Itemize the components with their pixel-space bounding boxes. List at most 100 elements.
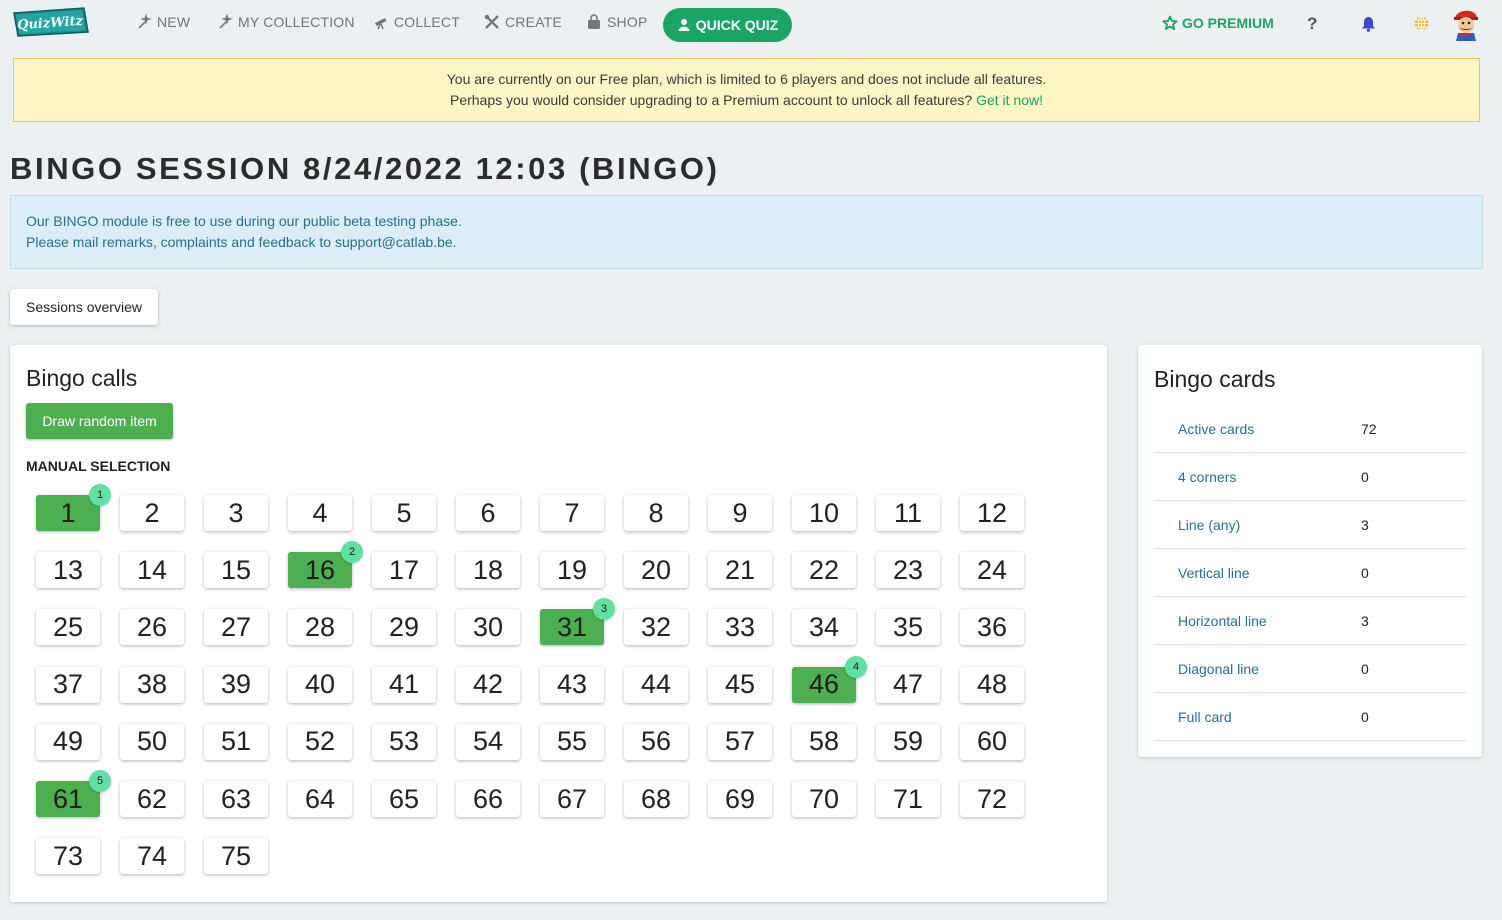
draw-random-item-button[interactable]: Draw random item — [26, 403, 173, 439]
bingo-number-37[interactable]: 37 — [36, 666, 100, 703]
bingo-number-73[interactable]: 73 — [36, 838, 100, 875]
bingo-number-12[interactable]: 12 — [960, 495, 1024, 531]
bingo-number-40[interactable]: 40 — [288, 666, 352, 703]
bingo-number-47[interactable]: 47 — [876, 666, 940, 703]
bingo-number-15[interactable]: 15 — [204, 552, 268, 589]
bingo-number-59[interactable]: 59 — [876, 723, 940, 760]
bingo-number-label: 5 — [396, 497, 412, 528]
bingo-number-17[interactable]: 17 — [372, 552, 436, 589]
stat-label[interactable]: Diagonal line — [1154, 661, 1361, 677]
bingo-number-74[interactable]: 74 — [120, 838, 184, 875]
go-premium-link[interactable]: GO PREMIUM — [1162, 15, 1274, 31]
nav-new[interactable]: NEW — [136, 14, 190, 30]
bingo-number-2[interactable]: 2 — [120, 495, 184, 531]
bingo-number-58[interactable]: 58 — [792, 723, 856, 760]
bingo-number-63[interactable]: 63 — [204, 781, 268, 817]
stat-label[interactable]: 4 corners — [1154, 469, 1361, 485]
bingo-number-41[interactable]: 41 — [372, 666, 436, 703]
bingo-number-36[interactable]: 36 — [960, 609, 1024, 646]
nav-collect[interactable]: COLLECT — [373, 14, 460, 30]
bingo-number-31[interactable]: 31 3 — [540, 598, 615, 646]
bingo-number-70[interactable]: 70 — [792, 781, 856, 817]
bingo-number-65[interactable]: 65 — [372, 781, 436, 817]
stat-label[interactable]: Vertical line — [1154, 565, 1361, 581]
bingo-number-43[interactable]: 43 — [540, 666, 604, 703]
bingo-number-71[interactable]: 71 — [876, 781, 940, 817]
bingo-number-57[interactable]: 57 — [708, 723, 772, 760]
bingo-number-25[interactable]: 25 — [36, 609, 100, 646]
bingo-number-38[interactable]: 38 — [120, 666, 184, 703]
bingo-number-27[interactable]: 27 — [204, 609, 268, 646]
bingo-number-51[interactable]: 51 — [204, 723, 268, 760]
bingo-number-28[interactable]: 28 — [288, 609, 352, 646]
help-button[interactable]: ? — [1307, 14, 1317, 34]
bingo-number-14[interactable]: 14 — [120, 552, 184, 589]
bingo-number-52[interactable]: 52 — [288, 723, 352, 760]
bingo-number-3[interactable]: 3 — [204, 495, 268, 531]
bingo-number-44[interactable]: 44 — [624, 666, 688, 703]
bingo-number-48[interactable]: 48 — [960, 666, 1024, 703]
bingo-number-6[interactable]: 6 — [456, 495, 520, 531]
quick-quiz-button[interactable]: QUICK QUIZ — [663, 8, 792, 42]
bingo-number-56[interactable]: 56 — [624, 723, 688, 760]
bingo-number-55[interactable]: 55 — [540, 723, 604, 760]
bingo-number-18[interactable]: 18 — [456, 552, 520, 589]
stat-label[interactable]: Active cards — [1154, 421, 1361, 437]
bingo-number-72[interactable]: 72 — [960, 781, 1024, 817]
bingo-number-46[interactable]: 46 4 — [792, 655, 867, 703]
bingo-number-22[interactable]: 22 — [792, 552, 856, 589]
nav-my-collection[interactable]: MY COLLECTION — [217, 14, 355, 30]
bingo-number-42[interactable]: 42 — [456, 666, 520, 703]
bingo-number-10[interactable]: 10 — [792, 495, 856, 531]
bingo-number-5[interactable]: 5 — [372, 495, 436, 531]
nav-create[interactable]: CREATE — [484, 14, 562, 30]
bingo-number-35[interactable]: 35 — [876, 609, 940, 646]
bingo-number-4[interactable]: 4 — [288, 495, 352, 531]
avatar[interactable] — [1449, 5, 1483, 41]
stat-label[interactable]: Line (any) — [1154, 517, 1361, 533]
bingo-number-30[interactable]: 30 — [456, 609, 520, 646]
bingo-number-24[interactable]: 24 — [960, 552, 1024, 589]
bingo-number-9[interactable]: 9 — [708, 495, 772, 531]
get-it-now-link[interactable]: Get it now! — [976, 92, 1043, 108]
bingo-number-39[interactable]: 39 — [204, 666, 268, 703]
nav-shop[interactable]: SHOP — [586, 14, 647, 30]
bingo-number-33[interactable]: 33 — [708, 609, 772, 646]
bingo-number-54[interactable]: 54 — [456, 723, 520, 760]
bingo-number-68[interactable]: 68 — [624, 781, 688, 817]
bingo-number-34[interactable]: 34 — [792, 609, 856, 646]
stat-label[interactable]: Horizontal line — [1154, 613, 1361, 629]
bingo-number-7[interactable]: 7 — [540, 495, 604, 531]
bingo-number-49[interactable]: 49 — [36, 723, 100, 760]
sessions-overview-button[interactable]: Sessions overview — [10, 289, 158, 325]
bingo-number-53[interactable]: 53 — [372, 723, 436, 760]
bingo-number-8[interactable]: 8 — [624, 495, 688, 531]
bingo-number-32[interactable]: 32 — [624, 609, 688, 646]
bingo-number-45[interactable]: 45 — [708, 666, 772, 703]
bingo-number-label: 33 — [724, 611, 756, 642]
bingo-number-21[interactable]: 21 — [708, 552, 772, 589]
bingo-number-69[interactable]: 69 — [708, 781, 772, 817]
bingo-number-64[interactable]: 64 — [288, 781, 352, 817]
bingo-number-23[interactable]: 23 — [876, 552, 940, 589]
bingo-number-16[interactable]: 16 2 — [288, 541, 363, 589]
bingo-number-26[interactable]: 26 — [120, 609, 184, 646]
stat-label[interactable]: Full card — [1154, 709, 1361, 725]
bingo-number-67[interactable]: 67 — [540, 781, 604, 817]
bingo-number-50[interactable]: 50 — [120, 723, 184, 760]
bell-icon[interactable] — [1361, 16, 1376, 32]
bingo-number-60[interactable]: 60 — [960, 723, 1024, 760]
bingo-number-62[interactable]: 62 — [120, 781, 184, 817]
bingo-number-13[interactable]: 13 — [36, 552, 100, 589]
bingo-number-11[interactable]: 11 — [876, 495, 940, 531]
bingo-number-20[interactable]: 20 — [624, 552, 688, 589]
quizwitz-logo[interactable]: QuizWitz — [10, 5, 90, 39]
bingo-number-19[interactable]: 19 — [540, 552, 604, 589]
bingo-number-66[interactable]: 66 — [456, 781, 520, 817]
bingo-number-75[interactable]: 75 — [204, 838, 268, 875]
bingo-number-29[interactable]: 29 — [372, 609, 436, 646]
globe-icon[interactable] — [1414, 16, 1429, 31]
bingo-number-61[interactable]: 61 5 — [36, 770, 111, 817]
support-email-link[interactable]: support@catlab.be — [335, 234, 453, 250]
bingo-number-1[interactable]: 11 — [36, 484, 111, 531]
